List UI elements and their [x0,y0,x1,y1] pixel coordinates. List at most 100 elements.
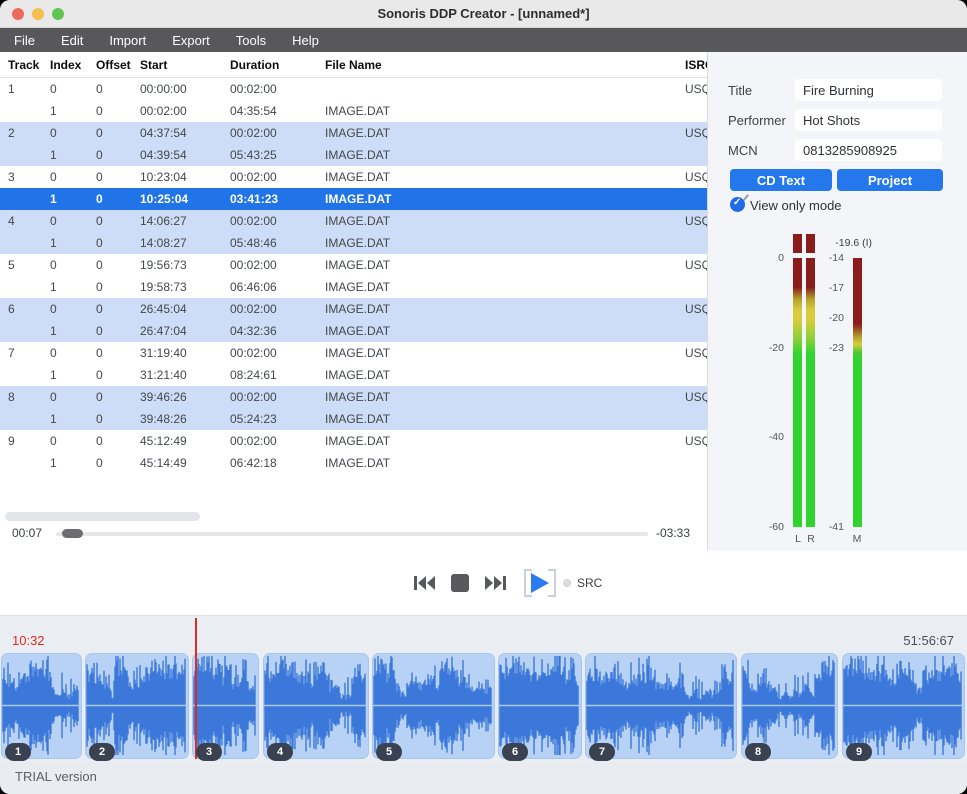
table-row[interactable]: 40014:06:2700:02:00IMAGE.DATUSQ [0,210,707,232]
cell-index: 0 [50,434,96,448]
column-header-duration[interactable]: Duration [230,58,325,72]
cell-index: 1 [50,236,96,250]
table-row[interactable]: 30010:23:0400:02:00IMAGE.DATUSQ [0,166,707,188]
cell-file: IMAGE.DAT [325,148,685,162]
table-row[interactable]: 1014:08:2705:48:46IMAGE.DAT [0,232,707,254]
cell-duration: 04:35:54 [230,104,325,118]
previous-track-button[interactable] [410,573,436,593]
main-row: TrackIndexOffsetStartDurationFile NameIS… [0,52,967,550]
track-number-badge: 3 [196,743,222,761]
cell-duration: 00:02:00 [230,434,325,448]
table-row[interactable]: 50019:56:7300:02:00IMAGE.DATUSQ [0,254,707,276]
meter-scale-label: -23 [829,342,844,354]
menu-help[interactable]: Help [292,33,319,48]
horizontal-scrollbar[interactable] [5,512,200,521]
cell-start: 00:00:00 [140,82,230,96]
menu-file[interactable]: File [14,33,35,48]
performer-field[interactable] [795,109,942,131]
table-row[interactable]: 1039:48:2605:24:23IMAGE.DAT [0,408,707,430]
src-led-icon [563,579,571,587]
cell-offset: 0 [96,236,140,250]
track-table-body: 10000:00:0000:02:00USQ1000:02:0004:35:54… [0,78,707,474]
table-row[interactable]: 1031:21:4008:24:61IMAGE.DAT [0,364,707,386]
cell-start: 26:47:04 [140,324,230,338]
column-header-file-name[interactable]: File Name [325,58,685,72]
cell-index: 1 [50,148,96,162]
table-row[interactable]: 1026:47:0404:32:36IMAGE.DAT [0,320,707,342]
title-field[interactable] [795,79,942,101]
cell-duration: 00:02:00 [230,82,325,96]
cell-isrc: USQ [685,214,707,228]
table-row[interactable]: 1045:14:4906:42:18IMAGE.DAT [0,452,707,474]
menu-edit[interactable]: Edit [61,33,83,48]
play-button[interactable] [523,569,557,597]
cd-text-button[interactable]: CD Text [730,169,832,191]
cell-duration: 05:43:25 [230,148,325,162]
stop-button[interactable] [449,573,471,593]
window-title: Sonoris DDP Creator - [unnamed*] [0,0,967,27]
stop-icon [449,573,471,593]
table-row[interactable]: 90045:12:4900:02:00IMAGE.DATUSQ [0,430,707,452]
cell-duration: 05:24:23 [230,412,325,426]
meter-scale-label: -40 [769,431,784,443]
status-bar: TRIAL version [0,762,967,794]
cell-isrc: USQ [685,434,707,448]
m-meter-scale: -14-17-20-23-41 [806,258,848,527]
menu-import[interactable]: Import [109,33,146,48]
cell-file: IMAGE.DAT [325,236,685,250]
cell-track: 7 [8,346,50,360]
table-row[interactable]: 60026:45:0400:02:00IMAGE.DATUSQ [0,298,707,320]
cell-start: 26:45:04 [140,302,230,316]
meter-scale-label: -20 [769,342,784,354]
track-number-badge: 7 [589,743,615,761]
cell-index: 1 [50,368,96,382]
view-only-label: View only mode [750,198,842,213]
cell-index: 1 [50,280,96,294]
column-header-track[interactable]: Track [8,58,50,72]
menu-export[interactable]: Export [172,33,210,48]
cell-offset: 0 [96,324,140,338]
table-row[interactable]: 1000:02:0004:35:54IMAGE.DAT [0,100,707,122]
track-number-badge: 4 [267,743,293,761]
column-header-index[interactable]: Index [50,58,96,72]
cell-offset: 0 [96,214,140,228]
total-time: 51:56:67 [903,633,954,648]
mono-channel-label: M [850,533,864,545]
cell-file: IMAGE.DAT [325,170,685,184]
view-only-checkbox[interactable] [730,197,745,212]
project-button[interactable]: Project [837,169,943,191]
left-level-meter [793,258,802,527]
table-row[interactable]: 80039:46:2600:02:00IMAGE.DATUSQ [0,386,707,408]
track-number-badge: 1 [5,743,31,761]
seek-slider-thumb[interactable] [62,529,83,538]
cell-duration: 00:02:00 [230,346,325,360]
playhead-cursor[interactable] [195,618,197,759]
src-indicator[interactable]: SRC [563,550,602,615]
track-number-badge: 5 [376,743,402,761]
table-row[interactable]: 1004:39:5405:43:25IMAGE.DAT [0,144,707,166]
table-row[interactable]: 1019:58:7306:46:06IMAGE.DAT [0,276,707,298]
cell-isrc: USQ [685,170,707,184]
cursor-time: 10:32 [12,633,45,648]
table-row[interactable]: 10000:00:0000:02:00USQ [0,78,707,100]
cell-start: 00:02:00 [140,104,230,118]
column-header-isrc[interactable]: ISRC [685,58,707,72]
menu-tools[interactable]: Tools [236,33,266,48]
table-row[interactable]: 70031:19:4000:02:00IMAGE.DATUSQ [0,342,707,364]
cell-index: 0 [50,390,96,404]
table-row[interactable]: 1010:25:0403:41:23IMAGE.DAT [0,188,707,210]
cell-duration: 05:48:46 [230,236,325,250]
cell-index: 0 [50,258,96,272]
column-header-offset[interactable]: Offset [96,58,140,72]
cell-duration: 00:02:00 [230,390,325,404]
mcn-label: MCN [728,143,758,158]
mcn-field[interactable] [795,139,942,161]
cell-offset: 0 [96,280,140,294]
cell-isrc: USQ [685,258,707,272]
table-row[interactable]: 20004:37:5400:02:00IMAGE.DATUSQ [0,122,707,144]
seek-slider[interactable] [56,532,648,536]
column-header-start[interactable]: Start [140,58,230,72]
cell-duration: 03:41:23 [230,192,325,206]
cell-track: 1 [8,82,50,96]
next-track-button[interactable] [484,573,510,593]
